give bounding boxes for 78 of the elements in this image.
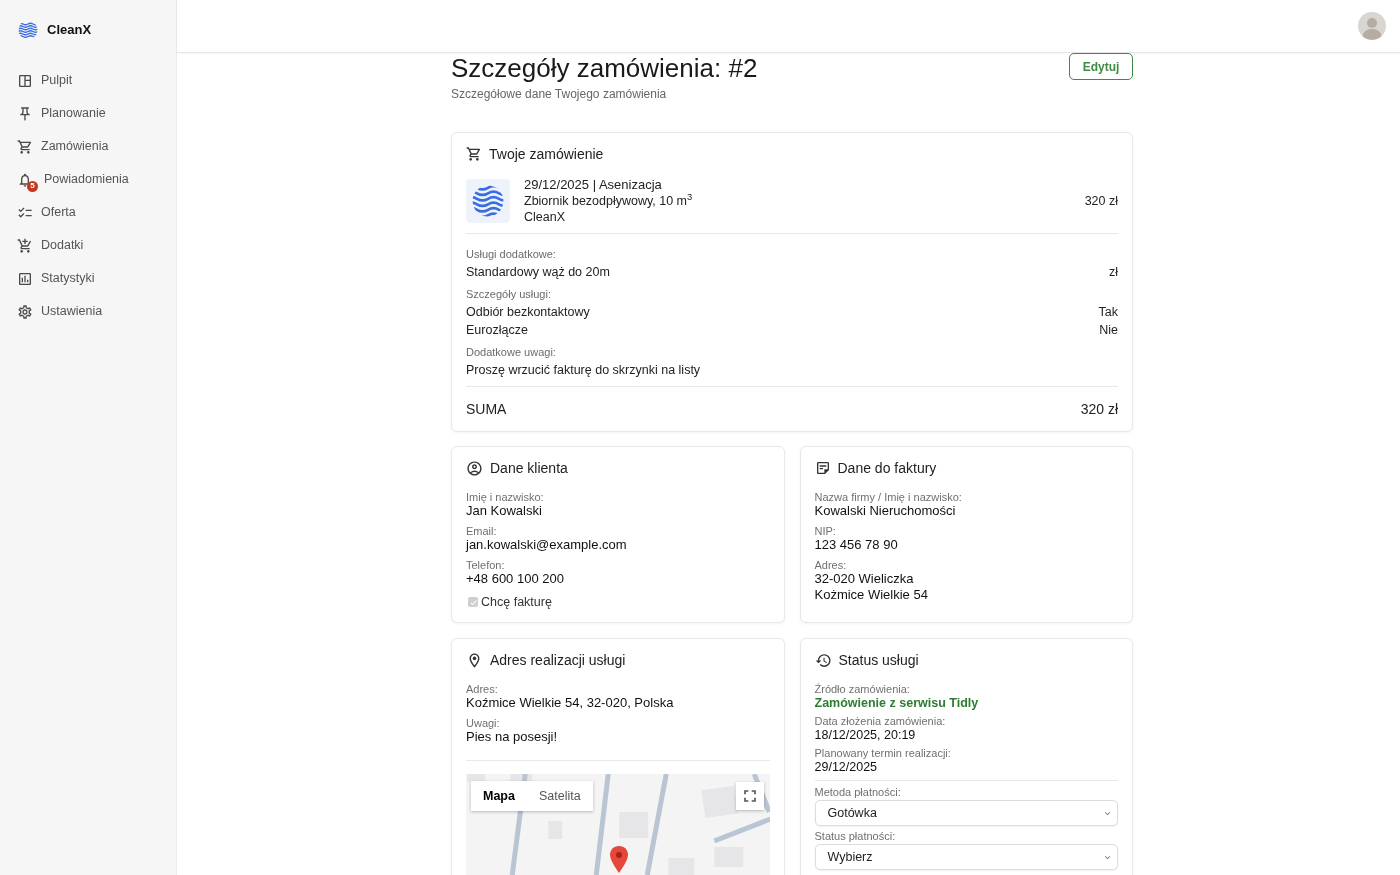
field-label: Uwagi: (466, 717, 501, 729)
select-field[interactable]: Wybierz (814, 844, 1118, 870)
fullscreen-button[interactable] (735, 782, 764, 810)
detail-name: Standardowy wąż do 20m (466, 264, 610, 281)
section-label: Usługi dodatkowe: (466, 247, 557, 261)
history-icon (814, 651, 832, 669)
field-value: 123 456 78 90 (814, 537, 899, 553)
card-title: Status usługi (838, 651, 919, 670)
detail-value: Tak (1098, 304, 1118, 321)
service-logo-icon (466, 179, 510, 223)
select-field[interactable]: Gotówka (814, 800, 1118, 826)
avatar (1358, 12, 1386, 40)
pin-icon (17, 105, 33, 122)
order-date-service: 29/12/2025 | Asenizacja (524, 177, 663, 193)
item-price: 320 zł (1084, 192, 1118, 210)
detail-value: zł (1108, 264, 1118, 281)
cart-plus-icon (17, 237, 33, 254)
field-value: Pies na posesji! (466, 729, 559, 745)
field-label: Adres: (466, 683, 499, 695)
field-label: Status płatności: (814, 830, 897, 842)
sidebar-item[interactable]: Pulpit (6, 64, 170, 97)
total-value: 320 zł (1080, 400, 1118, 419)
field-value: Koźmice Wielkie 54, 32-020, Polska (466, 695, 675, 711)
field-value: 32-020 Wieliczka (814, 571, 915, 587)
company-name: CleanX (524, 209, 566, 225)
field-label: Telefon: (466, 559, 506, 571)
detail-name: Odbiór bezkontaktowy (466, 304, 590, 321)
field-label: Imię i nazwisko: (466, 491, 545, 503)
detail-name: Eurozłącze (466, 322, 528, 339)
card-title: Adres realizacji usługi (490, 651, 626, 670)
field-value: +48 600 100 200 (466, 571, 565, 587)
field-value: Kowalski Nieruchomości (814, 503, 957, 519)
field-label: Data złożenia zamówienia: (814, 715, 947, 727)
section-label: Szczegóły usługi: (466, 287, 552, 301)
field-value: 29/12/2025 (814, 759, 879, 775)
card-title: Dane do faktury (837, 459, 937, 478)
map-pin-icon (610, 846, 628, 873)
cart-icon (466, 146, 482, 162)
cart-icon (17, 138, 33, 155)
sidebar-item[interactable]: Zamówienia (6, 130, 170, 163)
total-label: SUMA (466, 400, 507, 419)
edit-button[interactable]: Edytuj (1069, 53, 1133, 80)
sidebar-item[interactable]: 5 Powiadomienia (6, 163, 170, 196)
field-value: Jan Kowalski (466, 503, 543, 519)
tank-description: Zbiornik bezodpływowy, 10 m$^{3}$ (524, 193, 694, 209)
sidebar-item[interactable]: Oferta (6, 196, 170, 229)
sidebar-item[interactable]: Statystyki (6, 262, 170, 295)
field-value: jan.kowalski@example.com (466, 537, 628, 553)
sidebar-item[interactable]: Planowanie (6, 97, 170, 130)
field-label: Email: (466, 525, 498, 537)
map-type-tab[interactable]: Mapa (471, 781, 527, 811)
sidebar-item[interactable]: Dodatki (6, 229, 170, 262)
page-title: Szczegóły zamówienia: #2 (451, 53, 758, 83)
settings-icon (17, 303, 33, 320)
note-icon (814, 460, 831, 476)
page-subtitle: Szczegółowe dane Twojego zamówienia (451, 86, 668, 102)
detail-value: Nie (1099, 322, 1118, 339)
field-label: Źródło zamówienia: (814, 683, 911, 695)
dashboard-icon (17, 72, 33, 89)
field-value: 18/12/2025, 20:19 (814, 727, 917, 743)
card-title: Dane klienta (490, 459, 568, 478)
field-label: NIP: (814, 525, 837, 537)
detail-name: Proszę wrzucić fakturę do skrzynki na listy (466, 362, 701, 379)
source-link[interactable]: Zamówienie z serwisu Tidly (814, 695, 1118, 711)
bar-chart-icon (17, 270, 33, 287)
map-type-tab[interactable]: Satelita (526, 781, 593, 811)
field-label: Planowany termin realizacji: (814, 747, 952, 759)
logo-icon (18, 20, 38, 40)
brand-name: CleanX (47, 21, 92, 40)
field-label: Adres: (814, 559, 848, 571)
notification-badge: 5 (27, 180, 38, 192)
sidebar-item[interactable]: Ustawienia (6, 295, 170, 328)
card-title: Twoje zamówienie (489, 145, 604, 164)
checkbox-label: Chcę fakturę (481, 593, 552, 611)
field-label: Metoda płatności: (814, 786, 902, 798)
field-value: Kożmice Wielkie 54 (814, 587, 929, 603)
section-label: Dodatkowe uwagi: (466, 345, 557, 359)
field-label: Nazwa firmy / Imię i nazwisko: (814, 491, 963, 503)
